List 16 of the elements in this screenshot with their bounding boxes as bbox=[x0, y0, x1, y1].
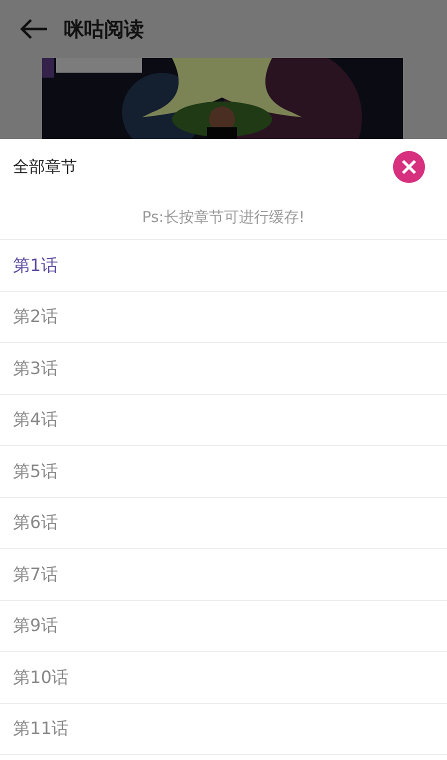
chapter-item[interactable]: 第11话 bbox=[13, 717, 69, 740]
chapter-item[interactable]: 第7话 bbox=[13, 562, 58, 586]
chapter-item[interactable]: 第9话 bbox=[13, 614, 58, 638]
chapter-item[interactable]: 第10话 bbox=[13, 666, 69, 689]
chapter-item[interactable]: 第2话 bbox=[13, 305, 58, 328]
close-button[interactable] bbox=[393, 151, 425, 183]
app-title: 咪咕阅读 bbox=[64, 16, 144, 42]
sheet-title: 全部章节 bbox=[13, 156, 77, 178]
chapter-item[interactable]: 第5话 bbox=[13, 460, 58, 483]
cache-hint: Ps:长按章节可进行缓存! bbox=[0, 195, 447, 240]
chapter-item[interactable]: 第6话 bbox=[13, 511, 58, 534]
chapter-item[interactable]: 第3话 bbox=[13, 356, 58, 380]
back-arrow-icon[interactable] bbox=[20, 19, 48, 39]
close-icon bbox=[393, 151, 425, 183]
chapter-item[interactable]: 第1话 bbox=[13, 254, 58, 277]
chapter-item[interactable]: 第4话 bbox=[13, 408, 58, 432]
